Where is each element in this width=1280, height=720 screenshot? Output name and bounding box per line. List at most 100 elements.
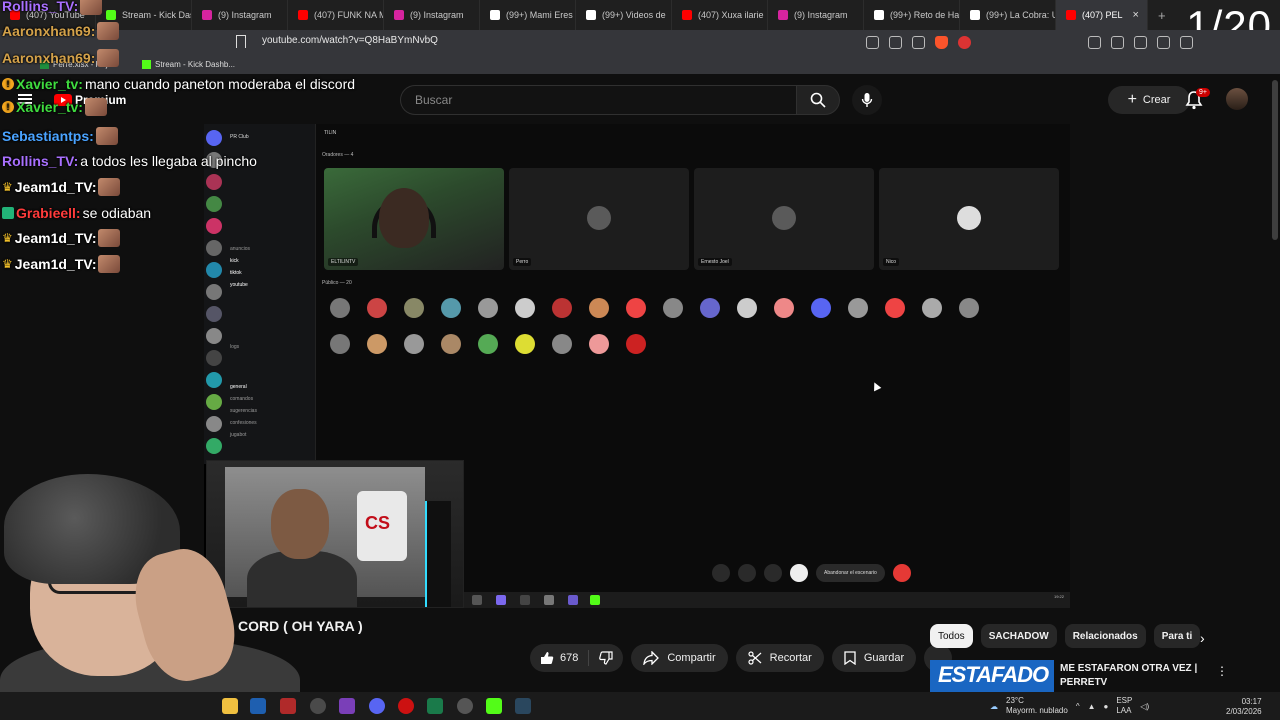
browser-tab[interactable]: (9) Instagram <box>768 0 864 30</box>
account-avatar[interactable] <box>1226 88 1248 110</box>
discord-channel[interactable]: comandos <box>230 396 253 402</box>
weather-widget[interactable]: 23°C Mayorm. nublado <box>1006 696 1068 716</box>
audience-avatar[interactable] <box>404 334 424 354</box>
network-icon[interactable]: ▲ <box>1088 702 1096 711</box>
audience-avatar[interactable] <box>478 298 498 318</box>
page-scrollbar[interactable] <box>1272 80 1278 240</box>
browser-tab[interactable]: (407) Xuxa ilarie <box>672 0 768 30</box>
audience-avatar[interactable] <box>367 298 387 318</box>
audience-avatar[interactable] <box>774 298 794 318</box>
audience-avatar[interactable] <box>811 298 831 318</box>
discord-channel[interactable]: sugerencias <box>230 408 257 414</box>
audience-avatar[interactable] <box>552 298 572 318</box>
audience-avatar[interactable] <box>737 298 757 318</box>
discord-server-icon[interactable] <box>206 438 222 454</box>
share-page-icon[interactable] <box>912 36 925 49</box>
music-icon[interactable] <box>1157 36 1170 49</box>
screen-share-icon[interactable] <box>738 564 756 582</box>
audience-avatar[interactable] <box>478 334 498 354</box>
audience-avatar[interactable] <box>959 298 979 318</box>
discord-channel[interactable]: logs <box>230 344 239 350</box>
recommended-video[interactable]: ESTAFADO ME ESTAFARON OTRA VEZ | PERRETV… <box>930 660 1274 692</box>
close-tab-icon[interactable]: × <box>1133 9 1139 21</box>
chip-for-you[interactable]: Para ti <box>1153 624 1201 648</box>
browser-tab[interactable]: (407) PEL × <box>1056 0 1148 30</box>
chat-username[interactable]: Jeam1d_TV: <box>15 256 97 272</box>
discord-channel[interactable]: jugabot <box>230 432 246 438</box>
browser-tab[interactable]: (99+) Reto de Ha <box>864 0 960 30</box>
discord-server-icon[interactable] <box>206 394 222 410</box>
audience-avatar[interactable] <box>922 298 942 318</box>
discord-server-icon[interactable] <box>206 350 222 366</box>
steam-icon[interactable] <box>515 698 531 714</box>
system-clock[interactable]: 03:17 2/03/2026 <box>1226 697 1262 717</box>
brave-shields-icon[interactable] <box>935 36 948 49</box>
app-icon[interactable] <box>457 698 473 714</box>
chip-related[interactable]: Relacionados <box>1064 624 1146 648</box>
discord-channel[interactable]: general <box>230 384 247 390</box>
browser-tab[interactable]: (99+) Videos de <box>576 0 672 30</box>
app-icon[interactable] <box>339 698 355 714</box>
share-button[interactable]: Compartir <box>631 644 728 672</box>
leave-stage-button[interactable]: Abandonar el escenario <box>816 564 885 582</box>
chat-username[interactable]: Rollins_TV: <box>2 153 78 169</box>
audience-avatar[interactable] <box>885 298 905 318</box>
recommended-thumbnail[interactable]: ESTAFADO <box>930 660 1054 692</box>
chat-username[interactable]: Grabieell: <box>16 205 81 221</box>
voice-search-button[interactable] <box>852 85 882 115</box>
discord-server-icon[interactable] <box>206 284 222 300</box>
clip-button[interactable]: Recortar <box>735 644 824 672</box>
discord-channel[interactable]: youtube <box>230 282 248 288</box>
recommended-title[interactable]: ME ESTAFARON OTRA VEZ | PERRETV <box>1060 662 1197 690</box>
search-input[interactable]: Buscar <box>400 85 796 115</box>
chevron-right-icon[interactable]: › <box>1200 630 1205 646</box>
chat-username[interactable]: Jeam1d_TV: <box>15 179 97 195</box>
chat-username[interactable]: Aaronxhan69: <box>2 23 95 39</box>
app-icon[interactable] <box>280 698 296 714</box>
chip-all[interactable]: Todos <box>930 624 973 648</box>
chat-username[interactable]: Sebastiantps: <box>2 128 94 144</box>
opera-icon[interactable] <box>398 698 414 714</box>
screenshot-icon[interactable] <box>1134 36 1147 49</box>
discord-server-icon[interactable] <box>206 372 222 388</box>
mic-tray-icon[interactable]: ● <box>1104 702 1109 711</box>
app-icon[interactable] <box>310 698 326 714</box>
cast-icon[interactable] <box>889 36 902 49</box>
new-tab-button[interactable]: + <box>1148 8 1176 23</box>
chat-username[interactable]: Xavier_tv: <box>16 99 83 115</box>
zoom-icon[interactable] <box>866 36 879 49</box>
audience-avatar[interactable] <box>848 298 868 318</box>
chevron-up-icon[interactable]: ^ <box>1076 702 1080 711</box>
discord-server-icon[interactable] <box>206 416 222 432</box>
save-button[interactable]: Guardar <box>831 644 917 672</box>
audience-avatar[interactable] <box>626 298 646 318</box>
file-explorer-icon[interactable] <box>222 698 238 714</box>
audience-avatar[interactable] <box>663 298 683 318</box>
speaker-tile[interactable]: Perro <box>509 168 689 270</box>
chat-username[interactable]: Xavier_tv: <box>16 76 83 92</box>
audience-avatar[interactable] <box>330 298 350 318</box>
like-button[interactable]: 678 <box>530 644 588 672</box>
raise-hand-icon[interactable] <box>790 564 808 582</box>
store-icon[interactable] <box>250 698 266 714</box>
audience-avatar[interactable] <box>404 298 424 318</box>
app-icon[interactable] <box>427 698 443 714</box>
volume-icon[interactable]: ◁) <box>1140 702 1149 711</box>
audience-avatar[interactable] <box>626 334 646 354</box>
create-button[interactable]: + Crear <box>1108 86 1190 114</box>
audience-avatar[interactable] <box>589 334 609 354</box>
discord-icon[interactable] <box>369 698 385 714</box>
extension-icon[interactable] <box>1088 36 1101 49</box>
language-indicator[interactable]: ESP LAA <box>1116 696 1132 716</box>
audience-avatar[interactable] <box>515 334 535 354</box>
browser-tab[interactable]: (99+) Mami Eres <box>480 0 576 30</box>
kebab-menu-icon[interactable]: ⋮ <box>1216 664 1228 678</box>
browser-tab[interactable]: (99+) La Cobra: U <box>960 0 1056 30</box>
discord-server-icon[interactable] <box>206 328 222 344</box>
dislike-button[interactable] <box>589 644 623 672</box>
speaker-toggle-icon[interactable] <box>712 564 730 582</box>
audience-avatar[interactable] <box>330 334 350 354</box>
audience-avatar[interactable] <box>441 298 461 318</box>
discord-channel[interactable]: confesiones <box>230 420 257 426</box>
audience-avatar[interactable] <box>367 334 387 354</box>
